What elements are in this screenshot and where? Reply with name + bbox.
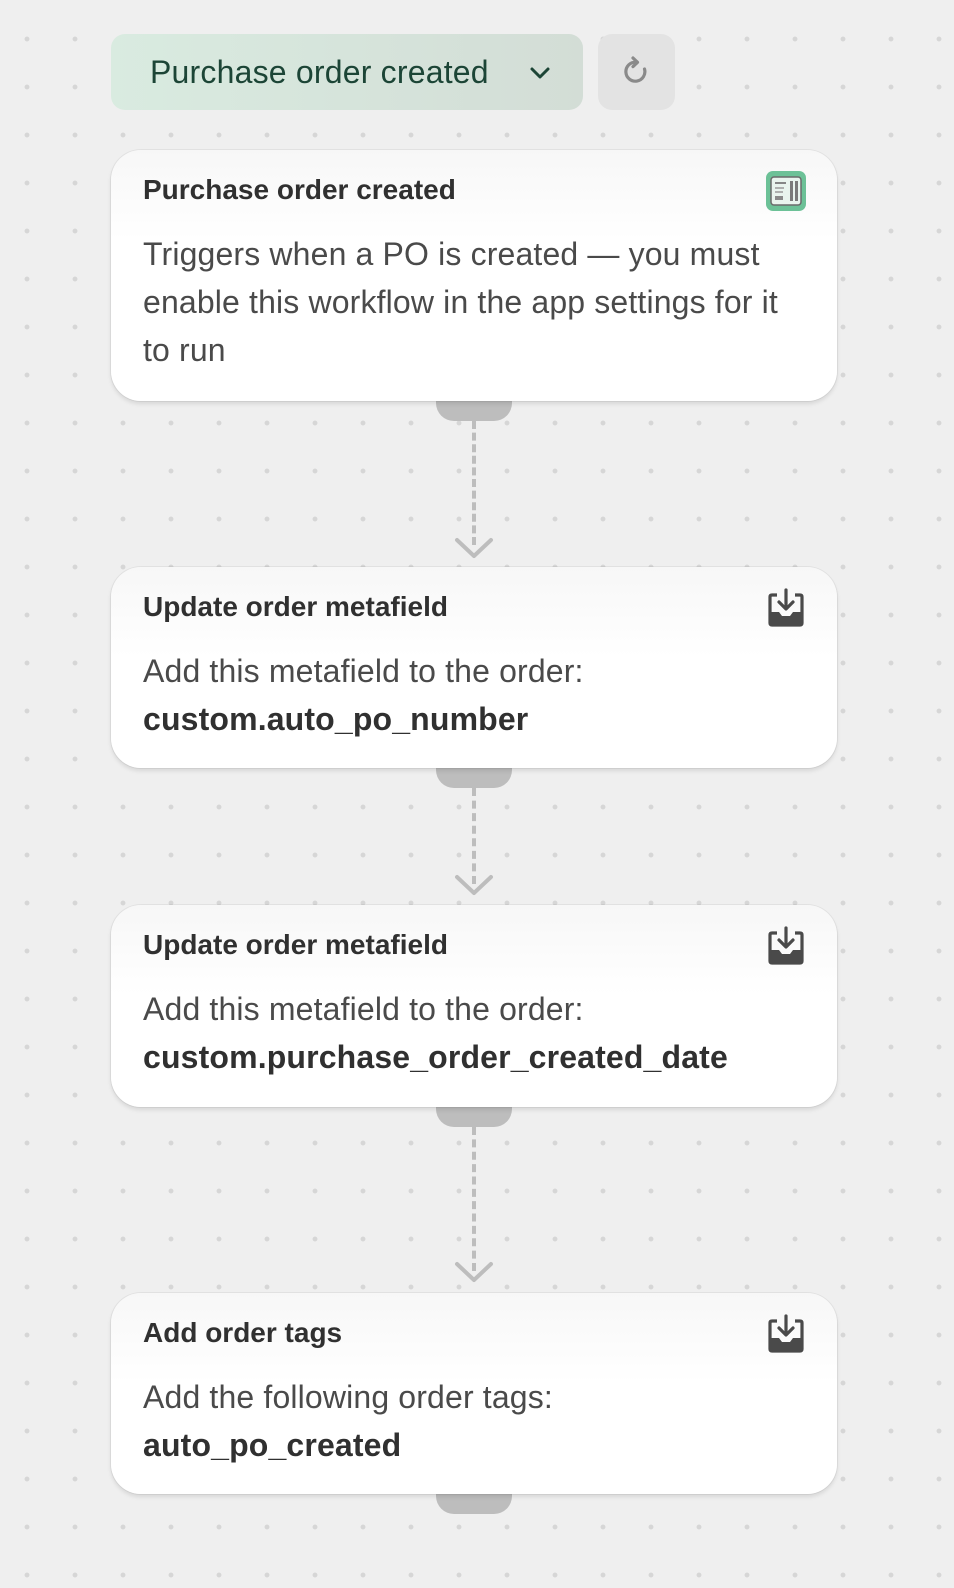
step-description-text: Add the following order tags: <box>143 1379 553 1415</box>
step-title: Update order metafield <box>143 591 448 622</box>
arrow-down-icon <box>455 875 493 895</box>
step-connector <box>436 754 512 904</box>
step-title: Add order tags <box>143 1317 343 1348</box>
workflow-step-trigger[interactable]: Purchase order created Triggers when a P… <box>111 150 837 401</box>
workflow-step-action[interactable]: Update order metafield Add this metafiel… <box>111 905 837 1107</box>
workflow-step-action[interactable]: Add order tags Add the following order t… <box>111 1293 837 1494</box>
step-description-text: Add this metafield to the order: <box>143 653 584 689</box>
trigger-select-dropdown[interactable]: Purchase order created <box>111 34 583 110</box>
arrow-down-icon <box>455 1262 493 1282</box>
step-connector <box>436 1093 512 1293</box>
download-icon <box>768 588 804 627</box>
step-description: Add the following order tags: auto_po_cr… <box>143 1373 807 1469</box>
step-connector <box>436 387 512 566</box>
chevron-down-icon <box>530 67 550 79</box>
purchase-order-app-icon <box>766 171 806 211</box>
trigger-select-label: Purchase order created <box>150 53 489 90</box>
step-title: Update order metafield <box>143 929 448 960</box>
step-title: Purchase order created <box>143 174 456 205</box>
refresh-icon <box>623 56 646 83</box>
step-value: custom.purchase_order_created_date <box>143 1039 728 1075</box>
arrow-down-icon <box>455 538 493 558</box>
refresh-button[interactable] <box>598 34 675 110</box>
step-value: custom.auto_po_number <box>143 701 529 737</box>
step-connector <box>436 1480 512 1518</box>
step-description: Add this metafield to the order: custom.… <box>143 985 807 1081</box>
step-description: Triggers when a PO is created — you must… <box>143 236 778 368</box>
step-value: auto_po_created <box>143 1427 402 1463</box>
workflow-step-action[interactable]: Update order metafield Add this metafiel… <box>111 567 837 768</box>
step-description-text: Add this metafield to the order: <box>143 991 584 1027</box>
download-icon <box>768 926 804 965</box>
download-icon <box>768 1314 804 1353</box>
step-description: Add this metafield to the order: custom.… <box>143 647 807 743</box>
